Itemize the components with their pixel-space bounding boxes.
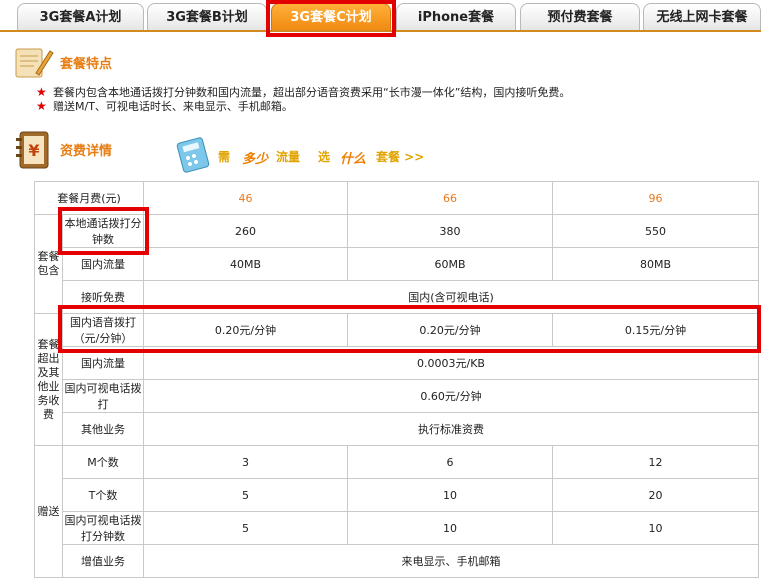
table-cell: 来电显示、手机邮箱 xyxy=(143,544,759,578)
table-row: 国内可视电话拨打分钟数 5 10 10 xyxy=(35,511,759,545)
table-row: 套餐包含 本地通话拨打分钟数 260 380 550 xyxy=(34,214,759,314)
feature-item: ★ 赠送M/T、可视电话时长、来电显示、手机邮箱。 xyxy=(36,99,570,114)
table-cell: 0.20元/分钟 xyxy=(347,313,553,347)
row-label: T个数 xyxy=(62,478,144,512)
table-cell: 550 xyxy=(552,214,759,248)
table-cell: 0.0003元/KB xyxy=(143,346,759,380)
promo-word-highlight: 多少 xyxy=(242,152,269,167)
group-label: 赠送 xyxy=(34,445,63,578)
table-cell: 10 xyxy=(347,478,553,512)
table-cell: 80MB xyxy=(552,247,759,281)
table-cell: 国内(含可视电话) xyxy=(143,280,759,314)
features-title: 套餐特点 xyxy=(60,57,113,72)
plan-selector-link[interactable]: 需 多少 流量 选 什么 套餐 >> xyxy=(176,134,446,174)
promo-word: 套餐 >> xyxy=(376,150,425,164)
tab-bar: 3G套餐A计划 3G套餐B计划 3G套餐C计划 iPhone套餐 预付费套餐 无… xyxy=(0,0,761,36)
promo-word-highlight: 什么 xyxy=(340,152,367,167)
row-label: 国内可视电话拨打 xyxy=(62,379,144,413)
table-cell: 46 xyxy=(143,181,348,215)
details-title: 资费详情 xyxy=(60,144,113,159)
table-cell: 380 xyxy=(347,214,553,248)
table-cell: 10 xyxy=(552,511,759,545)
row-label: 国内流量 xyxy=(62,346,144,380)
row-label: 其他业务 xyxy=(62,412,144,446)
row-label: 套餐月费(元) xyxy=(34,181,144,215)
row-label: 接听免费 xyxy=(62,280,144,314)
star-icon: ★ xyxy=(36,85,47,99)
feature-text: 套餐内包含本地通话拨打分钟数和国内流量，超出部分语音资费采用“长市漫一体化”结构… xyxy=(53,86,571,99)
table-row: 其他业务 执行标准资费 xyxy=(35,412,759,446)
promo-word: 选 xyxy=(318,150,331,164)
table-cell: 执行标准资费 xyxy=(143,412,759,446)
feature-item: ★ 套餐内包含本地通话拨打分钟数和国内流量，超出部分语音资费采用“长市漫一体化”… xyxy=(36,85,571,100)
svg-text:¥: ¥ xyxy=(28,141,39,160)
table-row: T个数 5 10 20 xyxy=(35,478,759,512)
yuan-notebook-icon: ¥ xyxy=(14,128,54,172)
table-cell: 0.15元/分钟 xyxy=(552,313,759,347)
notepad-icon xyxy=(12,43,54,81)
table-cell: 12 xyxy=(552,445,759,479)
row-label: 国内流量 xyxy=(62,247,144,281)
table-row: 国内流量 0.0003元/KB xyxy=(35,346,759,380)
table-row: 赠送 M个数 3 6 12 xyxy=(34,445,759,578)
table-row: 接听免费 国内(含可视电话) xyxy=(35,280,759,314)
table-cell: 5 xyxy=(143,478,348,512)
tab-3g-plan-c[interactable]: 3G套餐C计划 xyxy=(271,3,391,30)
star-icon: ★ xyxy=(36,99,47,113)
promo-word: 流量 xyxy=(276,150,301,164)
table-cell: 66 xyxy=(347,181,553,215)
table-cell: 0.60元/分钟 xyxy=(143,379,759,413)
row-label: 增值业务 xyxy=(62,544,144,578)
group-label: 套餐包含 xyxy=(34,214,63,314)
tab-prepaid-plan[interactable]: 预付费套餐 xyxy=(520,3,640,30)
table-row: 国内流量 40MB 60MB 80MB xyxy=(35,247,759,281)
table-cell: 40MB xyxy=(143,247,348,281)
table-cell: 6 xyxy=(347,445,553,479)
row-label: M个数 xyxy=(62,445,144,479)
table-row: 套餐月费(元) 46 66 96 xyxy=(34,181,759,215)
table-row: 国内可视电话拨打 0.60元/分钟 xyxy=(35,379,759,413)
table-row: 增值业务 来电显示、手机邮箱 xyxy=(35,544,759,578)
row-label: 本地通话拨打分钟数 xyxy=(62,214,144,248)
table-cell: 0.20元/分钟 xyxy=(143,313,348,347)
table-cell: 96 xyxy=(552,181,759,215)
row-label: 国内语音拨打（元/分钟） xyxy=(62,313,144,347)
tab-3g-plan-a[interactable]: 3G套餐A计划 xyxy=(17,3,144,30)
tab-wireless-card-plan[interactable]: 无线上网卡套餐 xyxy=(643,3,761,30)
table-cell: 10 xyxy=(347,511,553,545)
promo-word: 需 xyxy=(218,150,231,164)
calculator-icon xyxy=(176,137,210,173)
table-cell: 60MB xyxy=(347,247,553,281)
row-label: 国内可视电话拨打分钟数 xyxy=(62,511,144,545)
group-label: 套餐超出及其他业务收费 xyxy=(34,313,63,446)
tab-3g-plan-b[interactable]: 3G套餐B计划 xyxy=(147,3,267,30)
feature-text: 赠送M/T、可视电话时长、来电显示、手机邮箱。 xyxy=(53,100,293,113)
tab-underline xyxy=(0,30,761,32)
fee-table: 套餐月费(元) 46 66 96 套餐包含 本地通话拨打分钟数 260 380 … xyxy=(34,181,759,578)
tab-iphone-plan[interactable]: iPhone套餐 xyxy=(396,3,516,30)
table-cell: 5 xyxy=(143,511,348,545)
table-cell: 3 xyxy=(143,445,348,479)
table-cell: 260 xyxy=(143,214,348,248)
table-row: 套餐超出及其他业务收费 国内语音拨打（元/分钟） 0.20元/分钟 0.20元/… xyxy=(34,313,759,446)
table-cell: 20 xyxy=(552,478,759,512)
feature-list: ★ 套餐内包含本地通话拨打分钟数和国内流量，超出部分语音资费采用“长市漫一体化”… xyxy=(36,85,571,114)
